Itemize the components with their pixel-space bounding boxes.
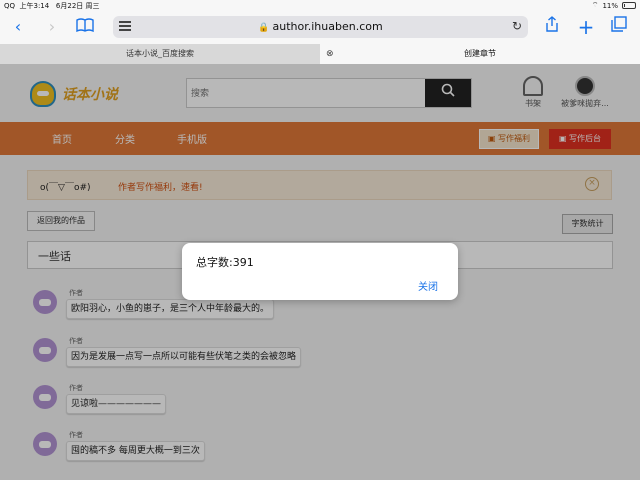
status-left: QQ 上午3:14 6月22日 周三 bbox=[4, 1, 100, 11]
battery-percent: 11% bbox=[602, 1, 618, 10]
carrier: QQ bbox=[4, 2, 16, 10]
alert-close-button[interactable]: 关闭 bbox=[418, 278, 438, 293]
tab-search[interactable]: 话本小说_百度搜索 bbox=[0, 44, 320, 64]
alert-message: 总字数:391 bbox=[196, 256, 254, 269]
wifi-icon: ⌔ bbox=[591, 1, 599, 9]
word-count-alert: 总字数:391 关闭 bbox=[182, 243, 458, 300]
tab-create-chapter[interactable]: ⊗ 创建章节 bbox=[320, 44, 640, 64]
browser-toolbar: ‹ › 🔒 author.ihuaben.com ↻ + bbox=[0, 12, 640, 44]
back-icon[interactable]: ‹ bbox=[6, 16, 30, 38]
share-icon[interactable] bbox=[540, 16, 564, 38]
battery-icon bbox=[622, 2, 636, 9]
url-text: author.ihuaben.com bbox=[272, 20, 383, 33]
address-url: 🔒 author.ihuaben.com bbox=[113, 20, 528, 33]
bookmarks-icon[interactable] bbox=[73, 16, 97, 38]
lock-icon: 🔒 bbox=[258, 23, 270, 33]
tab-title: 话本小说_百度搜索 bbox=[126, 49, 194, 58]
tabs-icon[interactable] bbox=[607, 16, 631, 38]
status-date: 6月22日 周三 bbox=[55, 2, 100, 10]
address-bar[interactable]: 🔒 author.ihuaben.com ↻ bbox=[113, 16, 528, 38]
battery-fill bbox=[624, 4, 625, 7]
status-time: 上午3:14 bbox=[19, 2, 50, 10]
reload-icon[interactable]: ↻ bbox=[512, 19, 522, 33]
status-bar: QQ 上午3:14 6月22日 周三 ⌔ 11% bbox=[0, 0, 640, 12]
status-right: ⌔ 11% bbox=[592, 1, 636, 10]
browser-tabs: 话本小说_百度搜索 ⊗ 创建章节 bbox=[0, 44, 640, 64]
close-tab-icon[interactable]: ⊗ bbox=[326, 44, 334, 64]
tab-title: 创建章节 bbox=[464, 49, 496, 58]
new-tab-icon[interactable]: + bbox=[574, 16, 598, 38]
forward-icon[interactable]: › bbox=[40, 16, 64, 38]
